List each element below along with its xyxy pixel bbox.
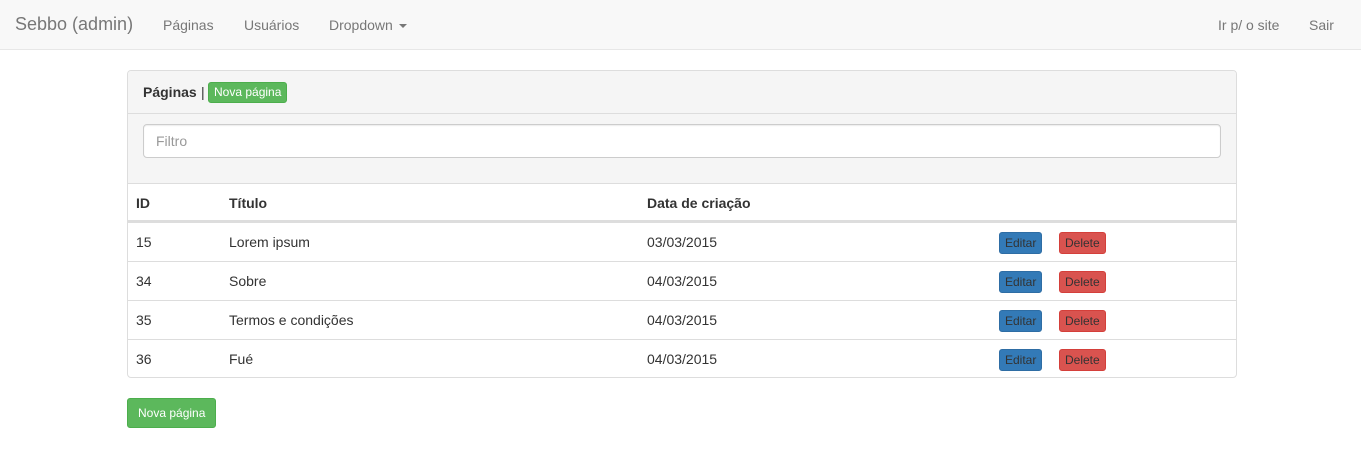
delete-button[interactable]: Delete xyxy=(1059,310,1106,332)
row-title: Sobre xyxy=(229,273,267,289)
row-title: Termos e condições xyxy=(229,312,354,328)
nav-link-usuarios[interactable]: Usuários xyxy=(244,15,299,35)
brand-link[interactable]: Sebbo (admin) xyxy=(15,13,133,35)
row-date: 03/03/2015 xyxy=(647,234,718,250)
table-row: 35 Termos e condições 04/03/2015 Editar … xyxy=(128,300,1236,339)
panel-title: Páginas xyxy=(143,84,197,100)
row-title: Fué xyxy=(229,351,254,367)
edit-button[interactable]: Editar xyxy=(999,310,1043,332)
column-header-date: Data de criação xyxy=(647,195,751,211)
edit-button[interactable]: Editar xyxy=(999,271,1043,293)
row-date: 04/03/2015 xyxy=(647,312,718,328)
table-header-row: ID Título Data de criação xyxy=(128,184,1236,222)
delete-button[interactable]: Delete xyxy=(1059,271,1106,293)
pages-panel: Páginas | Nova página ID Título Data de … xyxy=(127,70,1237,378)
row-date: 04/03/2015 xyxy=(647,273,718,289)
delete-button[interactable]: Delete xyxy=(1059,349,1106,371)
row-id: 34 xyxy=(136,273,152,289)
caret-down-icon xyxy=(398,24,407,29)
column-header-id: ID xyxy=(136,195,150,211)
filter-area xyxy=(128,114,1236,184)
table-row: 15 Lorem ipsum 03/03/2015 Editar Delete xyxy=(128,222,1236,261)
panel-heading: Páginas | Nova página xyxy=(128,71,1236,114)
top-navbar: Sebbo (admin) Páginas Usuários Dropdown … xyxy=(0,0,1361,50)
row-id: 36 xyxy=(136,351,152,367)
nav-link-paginas[interactable]: Páginas xyxy=(163,15,214,35)
row-title: Lorem ipsum xyxy=(229,234,310,250)
row-date: 04/03/2015 xyxy=(647,351,718,367)
delete-button[interactable]: Delete xyxy=(1059,232,1106,254)
row-id: 15 xyxy=(136,234,152,250)
new-page-button-footer[interactable]: Nova página xyxy=(127,398,217,428)
edit-button[interactable]: Editar xyxy=(999,349,1043,371)
nav-dropdown-toggle[interactable]: Dropdown xyxy=(329,15,407,35)
table-row: 36 Fué 04/03/2015 Editar Delete xyxy=(128,339,1236,377)
new-page-button-header[interactable]: Nova página xyxy=(208,82,288,103)
row-id: 35 xyxy=(136,312,152,328)
nav-dropdown-label: Dropdown xyxy=(329,17,393,33)
filter-input[interactable] xyxy=(143,124,1221,158)
nav-link-go-to-site[interactable]: Ir p/ o site xyxy=(1218,15,1279,35)
column-header-title: Título xyxy=(229,195,268,211)
nav-link-logout[interactable]: Sair xyxy=(1309,15,1334,35)
table-row: 34 Sobre 04/03/2015 Editar Delete xyxy=(128,261,1236,300)
title-separator: | xyxy=(201,84,205,100)
edit-button[interactable]: Editar xyxy=(999,232,1043,254)
